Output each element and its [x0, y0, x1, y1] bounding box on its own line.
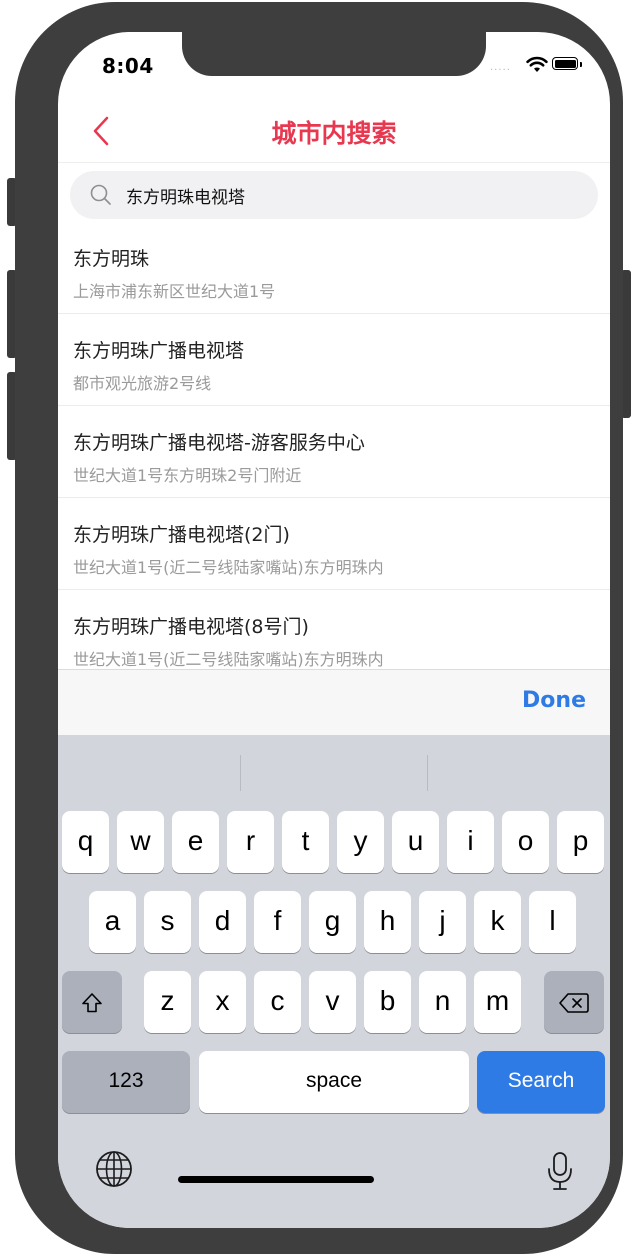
microphone-icon[interactable] [546, 1151, 574, 1191]
results-list: 东方明珠 上海市浦东新区世纪大道1号 东方明珠广播电视塔 都市观光旅游2号线 东… [58, 222, 610, 682]
search-input[interactable]: 东方明珠电视塔 [70, 171, 598, 219]
key-z[interactable]: z [144, 971, 191, 1033]
signal-dots: ..... [490, 62, 511, 73]
phone-frame: 8:04 ..... 城市内搜索 东方明珠电视塔 东方明珠 上海市浦东新区世纪大… [15, 2, 623, 1254]
key-b[interactable]: b [364, 971, 411, 1033]
result-name: 东方明珠 [73, 248, 150, 270]
wifi-icon [526, 56, 548, 72]
navigation-bar: 城市内搜索 [58, 102, 610, 163]
key-v[interactable]: v [309, 971, 356, 1033]
result-address: 都市观光旅游2号线 [73, 374, 212, 393]
search-key[interactable]: Search [477, 1051, 605, 1113]
result-item[interactable]: 东方明珠广播电视塔-游客服务中心 世纪大道1号东方明珠2号门附近 [58, 406, 610, 498]
key-l[interactable]: l [529, 891, 576, 953]
key-y[interactable]: y [337, 811, 384, 873]
shift-key[interactable] [62, 971, 122, 1033]
key-o[interactable]: o [502, 811, 549, 873]
key-p[interactable]: p [557, 811, 604, 873]
key-f[interactable]: f [254, 891, 301, 953]
search-icon [90, 184, 111, 205]
space-key[interactable]: space [199, 1051, 469, 1113]
key-h[interactable]: h [364, 891, 411, 953]
result-address: 世纪大道1号(近二号线陆家嘴站)东方明珠内 [73, 650, 384, 669]
screen: 8:04 ..... 城市内搜索 东方明珠电视塔 东方明珠 上海市浦东新区世纪大… [58, 32, 610, 1228]
numbers-key[interactable]: 123 [62, 1051, 190, 1113]
key-g[interactable]: g [309, 891, 356, 953]
key-n[interactable]: n [419, 971, 466, 1033]
keyboard-accessory-bar: Done [58, 669, 610, 736]
notch [182, 32, 486, 76]
result-address: 世纪大道1号东方明珠2号门附近 [73, 466, 302, 485]
key-j[interactable]: j [419, 891, 466, 953]
done-button[interactable]: Done [522, 688, 586, 713]
result-name: 东方明珠广播电视塔(8号门) [73, 616, 309, 638]
backspace-icon [559, 992, 589, 1013]
key-c[interactable]: c [254, 971, 301, 1033]
battery-icon [552, 57, 578, 70]
page-title: 城市内搜索 [271, 119, 397, 148]
key-d[interactable]: d [199, 891, 246, 953]
key-t[interactable]: t [282, 811, 329, 873]
result-name: 东方明珠广播电视塔-游客服务中心 [73, 432, 365, 454]
status-icons: ..... [490, 54, 590, 78]
result-name: 东方明珠广播电视塔(2门) [73, 524, 290, 546]
key-q[interactable]: q [62, 811, 109, 873]
result-item[interactable]: 东方明珠广播电视塔 都市观光旅游2号线 [58, 314, 610, 406]
key-i[interactable]: i [447, 811, 494, 873]
backspace-key[interactable] [544, 971, 604, 1033]
shift-arrow-icon [82, 992, 102, 1012]
result-address: 世纪大道1号(近二号线陆家嘴站)东方明珠内 [73, 558, 384, 577]
key-r[interactable]: r [227, 811, 274, 873]
prediction-divider [240, 755, 241, 791]
keyboard: q w e r t y u i o p a s d f g h j k l z … [58, 735, 610, 1228]
key-e[interactable]: e [172, 811, 219, 873]
result-item[interactable]: 东方明珠 上海市浦东新区世纪大道1号 [58, 222, 610, 314]
battery-tip [580, 62, 582, 67]
search-value: 东方明珠电视塔 [126, 188, 245, 208]
globe-icon[interactable] [94, 1149, 134, 1189]
home-indicator[interactable] [178, 1176, 374, 1183]
key-x[interactable]: x [199, 971, 246, 1033]
key-u[interactable]: u [392, 811, 439, 873]
result-address: 上海市浦东新区世纪大道1号 [73, 282, 276, 301]
result-name: 东方明珠广播电视塔 [73, 340, 245, 362]
result-item[interactable]: 东方明珠广播电视塔(2门) 世纪大道1号(近二号线陆家嘴站)东方明珠内 [58, 498, 610, 590]
status-time: 8:04 [102, 54, 154, 78]
prediction-divider [427, 755, 428, 791]
key-k[interactable]: k [474, 891, 521, 953]
key-a[interactable]: a [89, 891, 136, 953]
key-m[interactable]: m [474, 971, 521, 1033]
key-w[interactable]: w [117, 811, 164, 873]
key-s[interactable]: s [144, 891, 191, 953]
